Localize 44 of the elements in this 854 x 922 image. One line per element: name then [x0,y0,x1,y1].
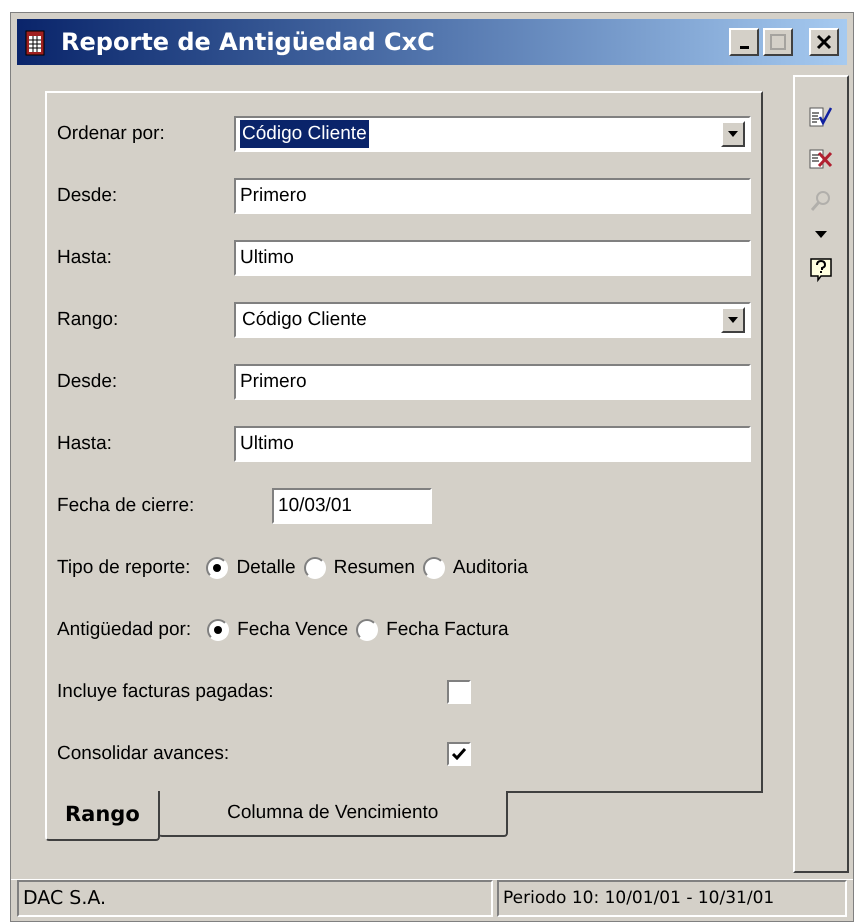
close-button[interactable] [809,28,839,56]
status-text: Periodo 10: 10/01/01 - 10/31/01 [497,880,847,917]
field-label: Hasta: [57,432,113,456]
window-title: Reporte de Antigüedad CxC [61,27,436,58]
checkmark-icon [452,748,466,760]
checkbox-label: Consolidar avances: [57,742,230,766]
field-label: Hasta: [57,246,113,270]
field-label: Rango: [57,308,120,332]
minimize-button[interactable] [729,28,759,56]
field-label: Desde: [57,184,118,208]
minimize-icon [740,46,748,48]
close-icon [816,34,832,50]
text-field[interactable]: Ultimo [234,426,751,462]
text-field[interactable]: Primero [234,178,751,214]
maximize-button[interactable] [763,28,793,56]
checkbox[interactable] [447,742,471,766]
checkbox[interactable] [447,680,471,704]
caret-icon[interactable] [815,231,827,239]
tab[interactable]: Rango [45,791,160,841]
field-label: Desde: [57,370,118,394]
radio-option[interactable]: Fecha Vence [207,616,348,644]
checklist-icon[interactable] [809,105,833,129]
dropdown-field[interactable]: Código Cliente [234,116,751,152]
group-label: Tipo de reporte: [57,556,190,580]
calculator-icon [25,28,45,56]
status-text: DAC S.A. [17,880,493,917]
caret-icon [728,131,738,137]
text-field[interactable]: Ultimo [234,240,751,276]
maximize-icon [770,34,786,50]
field-label: Fecha de cierre: [57,494,196,518]
caret-icon [728,317,738,323]
date-field[interactable]: 10/03/01 [272,488,432,524]
radio-option[interactable]: Fecha Factura [356,616,509,644]
radio-option[interactable]: Resumen [304,554,415,582]
help-icon[interactable] [809,257,833,283]
delete-document-icon[interactable] [809,147,833,171]
dropdown-field[interactable]: Código Cliente [234,302,751,338]
field-label: Ordenar por: [57,122,166,146]
tab[interactable]: Columna de Vencimiento [158,791,508,837]
group-label: Antigüedad por: [57,618,192,642]
radio-option[interactable]: Detalle [206,554,296,582]
radio-option[interactable]: Auditoria [422,554,528,582]
checkbox-label: Incluye facturas pagadas: [57,680,275,704]
text-field[interactable]: Primero [234,364,751,400]
